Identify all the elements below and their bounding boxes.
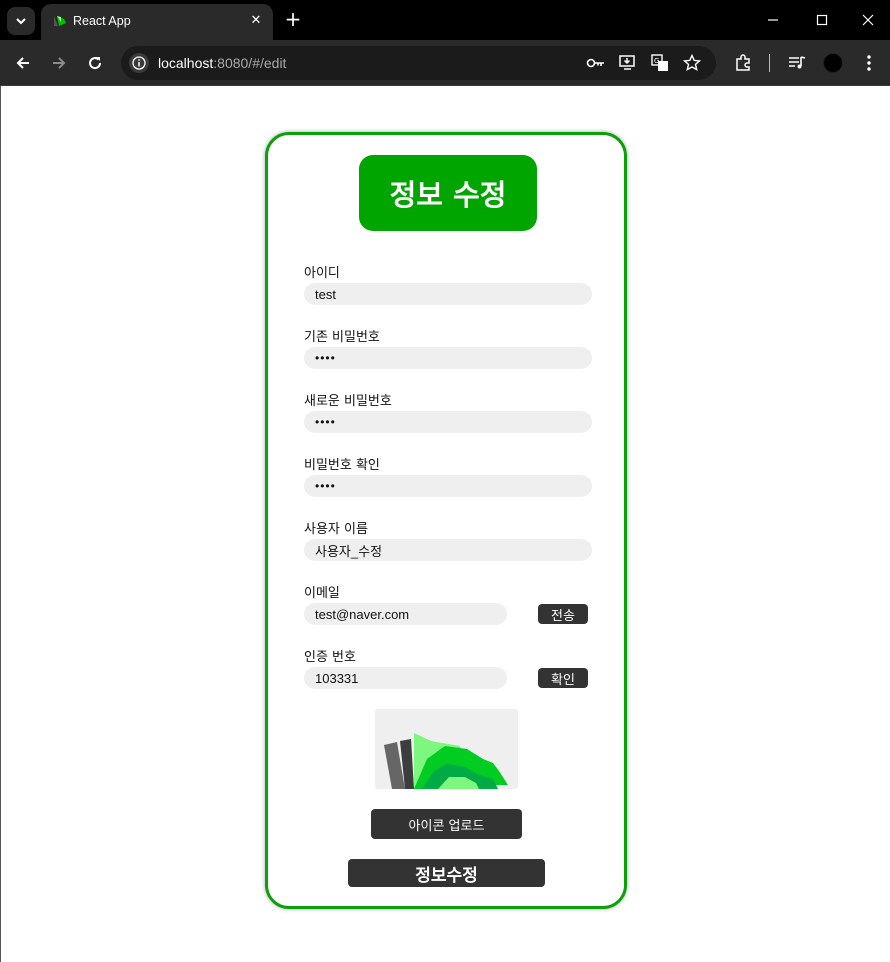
page-title: 정보 수정 xyxy=(359,155,537,231)
browser-toolbar: localhost:8080/#/edit G xyxy=(0,40,890,86)
url-text: localhost:8080/#/edit xyxy=(158,55,286,71)
maximize-icon[interactable] xyxy=(810,8,834,32)
window-close-icon[interactable] xyxy=(856,8,880,32)
new-password-input[interactable]: •••• xyxy=(304,411,592,433)
submit-edit-button[interactable]: 정보수정 xyxy=(348,859,545,887)
verify-code-button[interactable]: 확인 xyxy=(538,668,588,688)
address-bar[interactable]: localhost:8080/#/edit G xyxy=(121,46,716,80)
url-host: localhost xyxy=(158,55,214,71)
tab-search-button[interactable] xyxy=(7,7,35,35)
upload-icon-button[interactable]: 아이콘 업로드 xyxy=(371,809,522,839)
tab-strip: React App ✕ + xyxy=(0,0,890,40)
new-password-label: 새로운 비밀번호 xyxy=(304,394,392,409)
toolbar-divider xyxy=(769,54,770,72)
email-label: 이메일 xyxy=(304,586,340,601)
media-icon[interactable] xyxy=(786,52,808,74)
chevron-down-icon xyxy=(16,18,26,25)
star-icon[interactable] xyxy=(682,53,702,73)
username-label: 아이디 xyxy=(304,266,340,281)
plus-icon[interactable]: + xyxy=(283,7,303,31)
email-field[interactable]: test@naver.com xyxy=(304,603,507,625)
minimize-icon[interactable] xyxy=(761,8,785,32)
verification-code-input[interactable]: 103331 xyxy=(304,667,507,689)
close-icon[interactable]: ✕ xyxy=(247,11,265,29)
browser-tab[interactable]: React App ✕ xyxy=(41,4,273,40)
send-code-button[interactable]: 전송 xyxy=(538,604,588,624)
username-input[interactable]: test xyxy=(304,283,592,305)
back-arrow-icon[interactable] xyxy=(10,50,36,76)
extensions-icon[interactable] xyxy=(732,52,754,74)
profile-icon[interactable] xyxy=(823,53,843,73)
verification-code-label: 인증 번호 xyxy=(304,650,356,665)
edit-form-card: 정보 수정 아이디 test 기존 비밀번호 •••• 새로운 비밀번호 •••… xyxy=(265,132,627,909)
confirm-password-label: 비밀번호 확인 xyxy=(304,458,380,473)
menu-dots-icon[interactable] xyxy=(858,52,880,74)
confirm-password-input[interactable]: •••• xyxy=(304,475,592,497)
svg-text:G: G xyxy=(654,57,659,65)
info-icon[interactable] xyxy=(129,53,149,73)
viewport-edge xyxy=(0,86,1,962)
display-name-input[interactable]: 사용자_수정 xyxy=(304,539,592,561)
install-icon[interactable] xyxy=(618,53,638,73)
icon-preview-image xyxy=(375,709,518,789)
key-icon[interactable] xyxy=(586,53,606,73)
current-password-label: 기존 비밀번호 xyxy=(304,330,380,345)
current-password-input[interactable]: •••• xyxy=(304,347,592,369)
forward-arrow-icon[interactable] xyxy=(46,50,72,76)
display-name-label: 사용자 이름 xyxy=(304,522,368,537)
translate-icon[interactable]: G xyxy=(650,53,670,73)
reload-icon[interactable] xyxy=(82,50,108,76)
tab-title: React App xyxy=(73,14,131,28)
url-path: :8080/#/edit xyxy=(213,55,287,71)
react-favicon-icon xyxy=(54,16,66,26)
